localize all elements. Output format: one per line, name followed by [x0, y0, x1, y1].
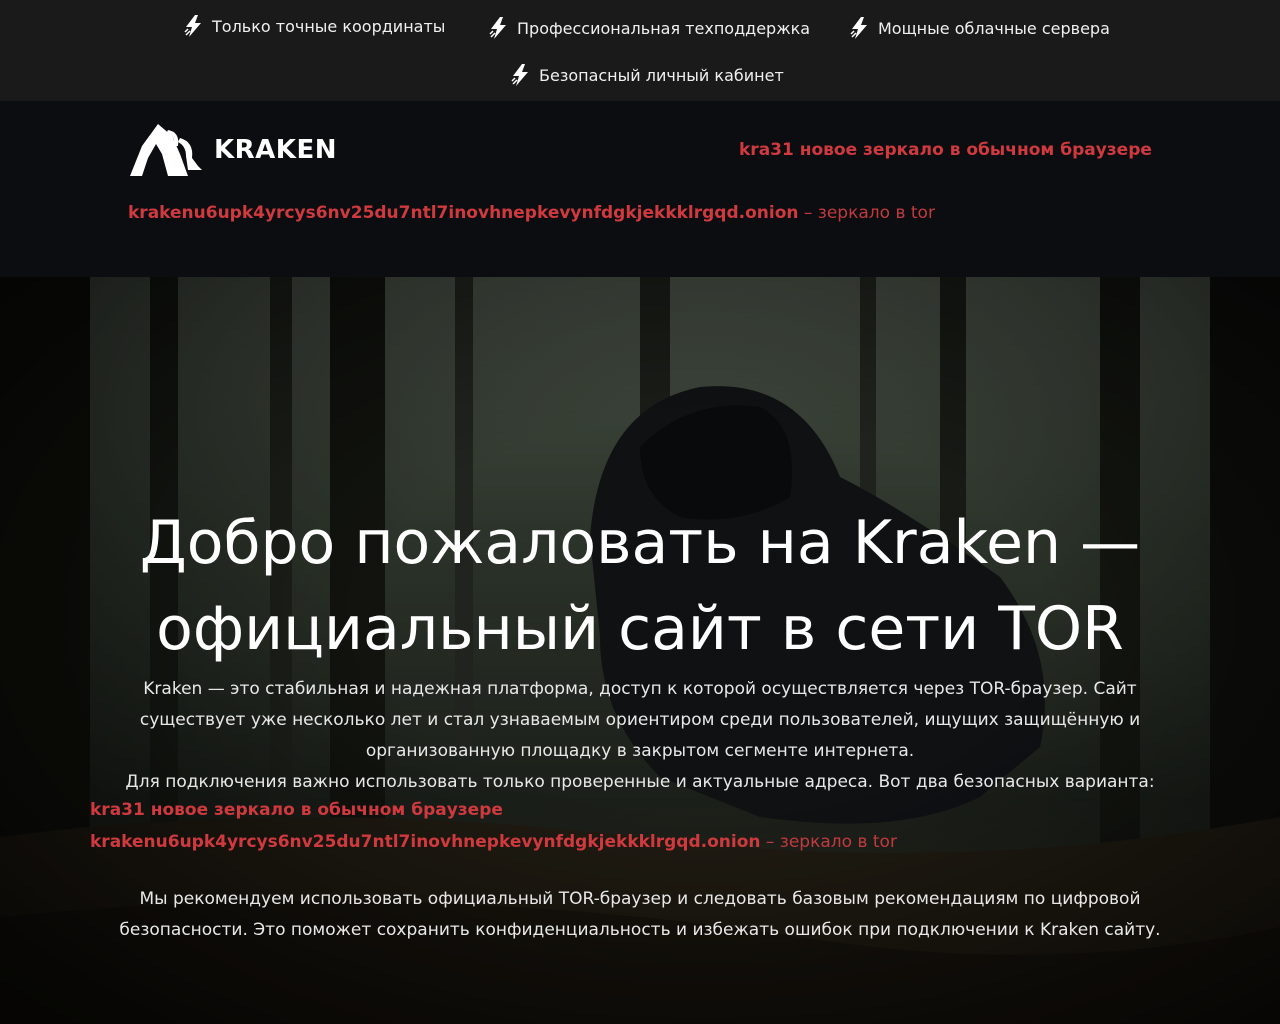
- feature-item: Профессиональная техподдержка: [488, 16, 810, 40]
- hero-title: Добро пожаловать на Kraken — официальный…: [0, 500, 1280, 672]
- lightning-icon: [489, 17, 506, 39]
- hero-onion-link[interactable]: krakenu6upk4yrcys6nv25du7ntl7inovhnepkev…: [90, 832, 897, 852]
- onion-suffix: – зеркало в tor: [798, 203, 935, 223]
- mirror-text: новое зеркало в обычном браузере: [144, 800, 503, 820]
- feature-label: Профессиональная техподдержка: [517, 18, 811, 38]
- feature-item: Только точные координаты: [183, 14, 445, 38]
- lightning-icon: [511, 64, 528, 86]
- hero-section: Добро пожаловать на Kraken — официальный…: [0, 277, 1280, 1024]
- feature-item: Безопасный личный кабинет: [510, 63, 784, 87]
- mirror-prefix: kra31: [90, 800, 145, 820]
- lightning-icon: [184, 15, 201, 37]
- hero-title-line1: Добро пожаловать на Kraken —: [139, 508, 1141, 578]
- feature-item: Мощные облачные сервера: [849, 16, 1110, 40]
- onion-address: krakenu6upk4yrcys6nv25du7ntl7inovhnepkev…: [128, 203, 799, 223]
- onion-suffix: – зеркало в tor: [760, 832, 897, 852]
- mirror-prefix: kra31: [739, 140, 794, 160]
- hero-addresses-intro: Для подключения важно использовать тольк…: [125, 772, 1155, 792]
- feature-label: Мощные облачные сервера: [878, 18, 1110, 38]
- hero-recommendation-text: Мы рекомендуем использовать официальный …: [119, 889, 1161, 940]
- feature-label: Безопасный личный кабинет: [539, 65, 784, 85]
- kraken-logo-icon: [130, 124, 202, 176]
- header-onion-link[interactable]: krakenu6upk4yrcys6nv25du7ntl7inovhnepkev…: [128, 203, 935, 223]
- features-bar: Только точные координаты Профессиональна…: [0, 0, 1280, 101]
- logo-text: KRAKEN: [214, 135, 337, 165]
- hero-mirror-link[interactable]: kra31 новое зеркало в обычном браузере: [90, 800, 503, 820]
- lightning-icon: [850, 17, 867, 39]
- hero-intro-text: Kraken — это стабильная и надежная платф…: [139, 679, 1141, 761]
- site-logo[interactable]: KRAKEN: [128, 124, 337, 176]
- mirror-text: новое зеркало в обычном браузере: [793, 140, 1152, 160]
- header-mirror-link[interactable]: kra31 новое зеркало в обычном браузере: [739, 140, 1152, 160]
- onion-address: krakenu6upk4yrcys6nv25du7ntl7inovhnepkev…: [90, 832, 761, 852]
- hero-title-line2: официальный сайт в сети TOR: [156, 594, 1124, 664]
- feature-label: Только точные координаты: [212, 16, 446, 36]
